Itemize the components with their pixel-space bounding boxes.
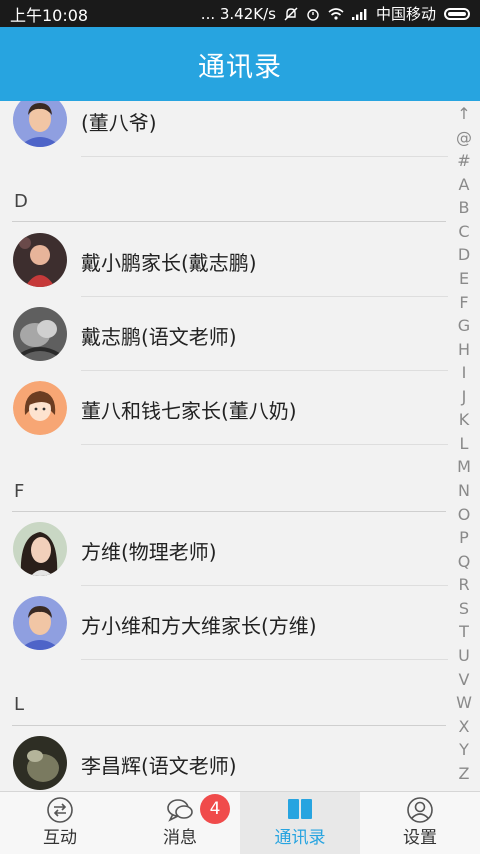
tab-label: 互动 xyxy=(43,828,77,848)
index-letter[interactable]: Q xyxy=(458,551,471,573)
index-letter[interactable]: J xyxy=(462,386,467,408)
index-letter[interactable]: E xyxy=(459,268,469,290)
index-letter[interactable]: G xyxy=(458,315,470,337)
status-bar: 上午10:08 ... 3.42K/s 中国移动 xyxy=(0,0,480,27)
tab-label: 消息 xyxy=(163,828,197,848)
tab-label: 设置 xyxy=(403,828,437,848)
contact-row[interactable]: 董八和钱七家长(董八奶) xyxy=(0,371,448,445)
section-letter-d: D xyxy=(14,191,28,212)
row-divider xyxy=(81,156,448,157)
index-letter[interactable]: @ xyxy=(456,127,472,149)
index-letter[interactable]: O xyxy=(458,504,471,526)
contact-name: 董八和钱七家长(董八奶) xyxy=(81,399,297,423)
page-title: 通讯录 xyxy=(198,51,282,83)
avatar-cartoon-man xyxy=(13,101,67,147)
row-divider xyxy=(81,444,448,445)
index-letter[interactable]: C xyxy=(458,221,469,243)
contact-name: 方维(物理老师) xyxy=(81,540,217,564)
index-letter[interactable]: R xyxy=(458,574,469,596)
index-letter[interactable]: V xyxy=(459,669,470,691)
index-letter[interactable]: X xyxy=(459,716,470,738)
wifi-icon xyxy=(328,7,344,20)
index-letter[interactable]: Y xyxy=(459,739,469,761)
tab-contacts[interactable]: 通讯录 xyxy=(240,792,360,854)
avatar-photo-child xyxy=(13,233,67,287)
index-letter[interactable]: ↑ xyxy=(457,103,470,125)
contact-row[interactable]: 戴小鹏家长(戴志鹏) xyxy=(0,223,448,297)
index-letter[interactable]: U xyxy=(458,645,470,667)
index-letter[interactable]: P xyxy=(459,527,469,549)
battery-icon xyxy=(444,7,470,20)
person-settings-icon xyxy=(407,797,433,823)
contacts-book-icon xyxy=(288,799,312,819)
chat-bubble-icon xyxy=(167,799,193,822)
network-speed: ... 3.42K/s xyxy=(200,4,276,23)
carrier-name: 中国移动 xyxy=(375,5,436,23)
contact-list[interactable]: (董八爷) D 戴小鹏家长(戴志鹏) 戴志鹏(语文老师) 董八和钱七家长(董八奶… xyxy=(0,101,448,791)
contact-name: 李昌辉(语文老师) xyxy=(81,754,237,778)
contact-name: 戴志鹏(语文老师) xyxy=(81,325,237,349)
index-letter[interactable]: S xyxy=(459,598,469,620)
index-letter[interactable]: K xyxy=(459,409,470,431)
avatar-photo-statue xyxy=(13,307,67,361)
page-header: 通讯录 xyxy=(0,27,480,101)
index-letter[interactable]: M xyxy=(457,456,471,478)
row-divider xyxy=(81,659,448,660)
section-divider xyxy=(12,221,446,222)
index-letter[interactable]: D xyxy=(458,244,470,266)
contact-row[interactable]: 李昌辉(语文老师) xyxy=(0,726,448,791)
tab-label: 通讯录 xyxy=(274,828,326,848)
contact-name: 方小维和方大维家长(方维) xyxy=(81,614,317,638)
interact-icon xyxy=(47,797,73,823)
avatar-photo-woman xyxy=(13,522,67,576)
index-letter[interactable]: B xyxy=(459,197,470,219)
contact-name: (董八爷) xyxy=(81,111,157,135)
index-letter[interactable]: W xyxy=(456,692,472,714)
status-time: 上午10:08 xyxy=(10,5,89,25)
avatar-photo-dark xyxy=(13,736,67,790)
alarm-icon xyxy=(307,8,319,21)
section-letter-f: F xyxy=(14,481,25,502)
tab-settings[interactable]: 设置 xyxy=(360,792,480,854)
tab-interact[interactable]: 互动 xyxy=(0,792,120,854)
index-letter[interactable]: N xyxy=(458,480,470,502)
index-letter[interactable]: H xyxy=(458,339,470,361)
bottom-tab-bar: 互动 4 消息 通讯录 设置 xyxy=(0,791,480,854)
index-letter[interactable]: Z xyxy=(459,763,470,785)
contact-row[interactable]: 方维(物理老师) xyxy=(0,512,448,586)
contact-row[interactable]: (董八爷) xyxy=(0,101,448,157)
index-letter[interactable]: # xyxy=(457,150,470,172)
index-letter[interactable]: T xyxy=(459,621,469,643)
status-right: ... 3.42K/s 中国移动 xyxy=(201,3,470,24)
avatar-cartoon-man xyxy=(13,596,67,650)
unread-badge: 4 xyxy=(200,794,230,824)
contact-row[interactable]: 戴志鹏(语文老师) xyxy=(0,297,448,371)
section-letter-l: L xyxy=(14,694,25,715)
avatar-cartoon-girl xyxy=(13,381,67,435)
index-letter[interactable]: F xyxy=(459,292,468,314)
contact-row[interactable]: 方小维和方大维家长(方维) xyxy=(0,586,448,660)
mute-icon xyxy=(284,7,298,20)
index-letter[interactable]: I xyxy=(462,362,467,384)
alphabet-index-bar[interactable]: ↑ @ # A B C D E F G H I J K L M N O P Q R S T U V W X Y Z xyxy=(448,101,480,791)
index-letter[interactable]: A xyxy=(459,174,470,196)
signal-icon xyxy=(351,8,367,20)
tab-messages[interactable]: 4 消息 xyxy=(120,792,240,854)
index-letter[interactable]: L xyxy=(460,433,469,455)
contact-name: 戴小鹏家长(戴志鹏) xyxy=(81,251,257,275)
